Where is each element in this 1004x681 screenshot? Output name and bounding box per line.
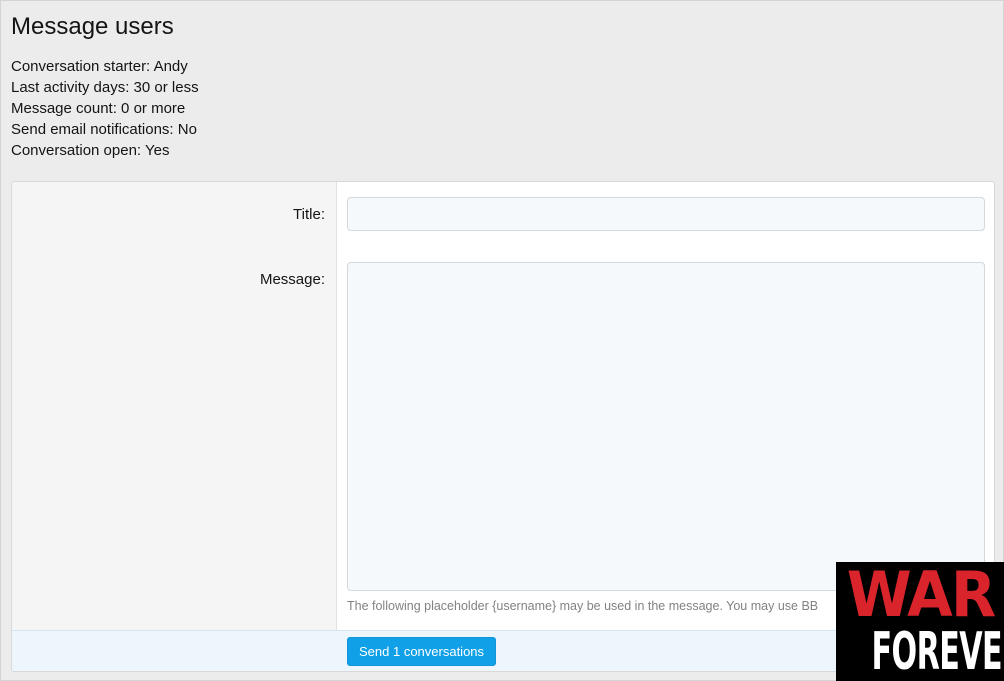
criteria-item: Conversation open: Yes [11,142,170,159]
criteria-item: Message count: 0 or more [11,100,186,117]
title-label: Title: [293,206,325,223]
page-title: Message users [11,13,174,40]
send-conversations-button[interactable]: Send 1 conversations [347,637,497,666]
criteria-item: Send email notifications: No [11,121,197,138]
message-textarea[interactable] [347,262,985,591]
placeholder-hint: The following placeholder {username} may… [347,599,819,613]
label-column [12,182,337,630]
war-forever-logo: WAR FOREVER [836,562,1004,681]
logo-text-war: WAR [846,562,996,631]
criteria-list: Conversation starter: Andy Last activity… [11,56,199,161]
message-users-page: Message users Conversation starter: Andy… [0,0,1004,681]
logo-text-forever: FOREVER [871,622,1004,681]
message-label: Message: [259,271,325,288]
criteria-item: Last activity days: 30 or less [11,79,199,96]
title-input[interactable] [347,197,985,231]
criteria-item: Conversation starter: Andy [11,58,188,75]
